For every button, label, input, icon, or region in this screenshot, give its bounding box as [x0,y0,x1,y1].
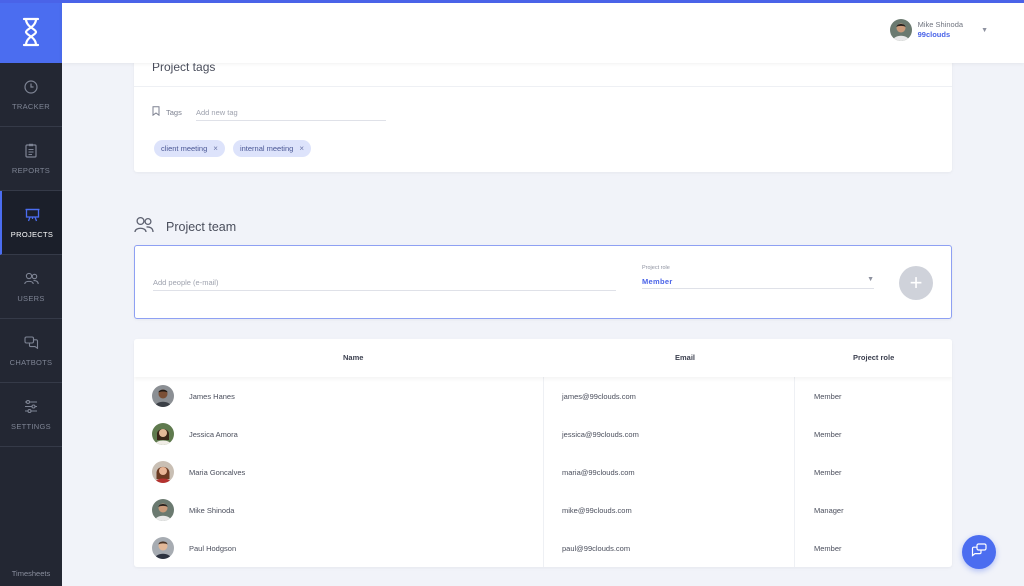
sidebar-item-label: CHATBOTS [9,357,53,367]
top-accent-line [0,0,1024,3]
chevron-down-icon: ▼ [981,26,988,34]
clipboard-icon [23,143,39,159]
bookmark-icon [152,106,160,118]
close-icon[interactable]: × [213,144,218,153]
sidebar-item-settings[interactable]: SETTINGS [0,383,62,447]
sidebar-item-projects[interactable]: PROJECTS [0,191,62,255]
member-name: Mike Shinoda [189,505,235,515]
company-name: 99clouds [917,30,951,39]
tag-chip[interactable]: client meeting × [154,140,225,157]
member-role: Member [814,429,842,439]
avatar [152,537,174,559]
presentation-board-icon [24,207,40,223]
sidebar-item-chatbots[interactable]: CHATBOTS [0,319,62,383]
column-header-email[interactable]: Email [675,353,695,362]
sidebar-item-tracker[interactable]: TRACKER [0,63,62,127]
sliders-icon [23,399,39,415]
tag-chip-label: client meeting [161,144,208,153]
tag-chips: client meeting × internal meeting × [154,140,311,157]
divider [134,86,952,87]
project-tags-card: Project tags Tags client meeting × inter… [134,50,952,172]
table-row[interactable]: Maria Goncalves maria@99clouds.com Membe… [134,453,952,491]
clock-icon [23,79,39,95]
user-name: Mike Shinoda [917,20,964,29]
chat-bubbles-icon [971,542,987,562]
member-name: Jessica Amora [189,429,238,439]
close-icon[interactable]: × [299,144,304,153]
tag-chip[interactable]: internal meeting × [232,140,311,157]
avatar [152,385,174,407]
users-icon [23,271,39,287]
tags-label: Tags [152,106,182,118]
table-row[interactable]: Mike Shinoda mike@99clouds.com Manager [134,491,952,529]
member-email: paul@99clouds.com [562,543,631,553]
column-header-name[interactable]: Name [343,353,363,362]
sidebar-item-label: USERS [17,293,45,303]
sidebar-item-label: REPORTS [11,165,51,175]
hourglass-icon [22,17,40,46]
member-role: Member [814,467,842,477]
chevron-down-icon: ▼ [867,276,874,283]
avatar [152,499,174,521]
member-role: Member [814,543,842,553]
sidebar-item-users[interactable]: USERS [0,255,62,319]
table-row[interactable]: Paul Hodgson paul@99clouds.com Member [134,529,952,567]
role-select-label: Project role [642,265,670,271]
team-table: Name Email Project role James Hanes jame… [134,339,952,567]
member-role: Manager [814,505,844,515]
member-email: james@99clouds.com [562,391,636,401]
table-header: Name Email Project role [134,339,952,377]
role-select-value: Member [642,277,673,286]
chat-bubbles-icon [23,335,39,351]
member-name: Paul Hodgson [189,543,237,553]
avatar [152,423,174,445]
member-name: James Hanes [189,391,235,401]
avatar [889,19,912,41]
avatar [152,461,174,483]
sidebar-item-reports[interactable]: REPORTS [0,127,62,191]
table-row[interactable]: James Hanes james@99clouds.com Member [134,377,952,415]
sidebar: TRACKER REPORTS PROJECTS USERS CHATBOTS … [0,0,62,586]
table-row[interactable]: Jessica Amora jessica@99clouds.com Membe… [134,415,952,453]
member-email: maria@99clouds.com [562,467,635,477]
sidebar-item-label: TRACKER [12,101,50,111]
tags-label-text: Tags [166,107,182,117]
users-icon [134,216,154,238]
new-tag-input[interactable] [196,105,386,121]
member-email: mike@99clouds.com [562,505,632,515]
chat-support-button[interactable] [962,535,996,569]
project-team-heading: Project team [134,216,236,238]
tag-chip-label: internal meeting [239,144,294,153]
user-menu[interactable]: Mike Shinoda 99clouds ▼ [889,19,988,41]
add-member-button[interactable]: + [899,266,933,300]
section-title: Project team [166,220,237,234]
add-people-email-input[interactable] [153,275,616,291]
member-role: Member [814,391,842,401]
add-member-form: Project role Member ▼ + [134,245,952,319]
app-logo[interactable] [0,0,62,63]
member-name: Maria Goncalves [189,467,246,477]
top-header: Mike Shinoda 99clouds ▼ [62,3,1024,63]
sidebar-item-label: SETTINGS [11,421,51,431]
member-email: jessica@99clouds.com [562,429,639,439]
app-name: Timesheets [11,569,51,578]
project-role-select[interactable]: Project role Member ▼ [642,265,874,289]
sidebar-item-label: PROJECTS [10,229,54,239]
column-header-role[interactable]: Project role [853,353,894,362]
